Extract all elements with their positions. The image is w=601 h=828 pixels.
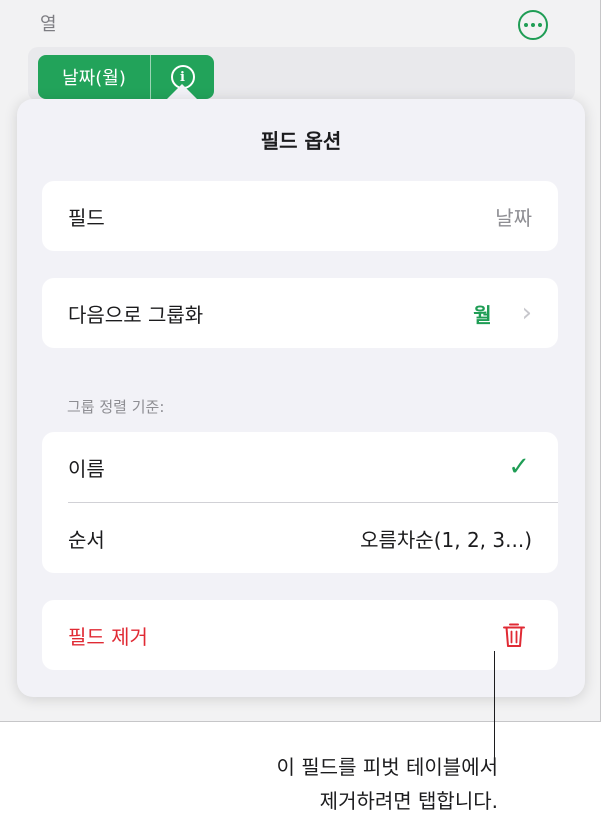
ellipsis-circle-icon[interactable] [518, 10, 548, 40]
dot [531, 23, 535, 27]
group-by-card[interactable]: 다음으로 그룹화 월 › [42, 278, 558, 348]
callout-annotation: 이 필드를 피벗 테이블에서 제거하려면 탭합니다. [277, 750, 498, 818]
sort-option-label: 순서 [68, 527, 105, 552]
checkmark-icon: ✓ [508, 452, 530, 482]
popover-title: 필드 옵션 [260, 129, 342, 153]
sort-option-name[interactable]: 이름 ✓ [42, 432, 558, 502]
remove-field-label: 필드 제거 [68, 624, 148, 649]
group-by-row[interactable]: 다음으로 그룹화 월 › [42, 278, 558, 348]
field-row: 필드 날짜 [42, 181, 558, 251]
field-chip-label[interactable]: 날짜(월) [38, 55, 150, 99]
group-by-value-group: 월 › [473, 299, 532, 328]
group-by-value: 월 [473, 302, 492, 327]
trash-icon [503, 623, 525, 647]
dot [538, 23, 542, 27]
column-section-label: 열 [40, 14, 57, 35]
sort-option-value: 오름차순(1, 2, 3...) [360, 527, 532, 552]
sort-section-header: 그룹 정렬 기준: [67, 398, 165, 416]
sort-option-label: 이름 [68, 456, 105, 481]
sort-option-order[interactable]: 순서 오름차순(1, 2, 3...) [42, 503, 558, 573]
dot [524, 23, 528, 27]
sort-card: 이름 ✓ 순서 오름차순(1, 2, 3...) [42, 432, 558, 573]
field-card: 필드 날짜 [42, 181, 558, 251]
callout-line-2: 제거하려면 탭합니다. [319, 789, 498, 813]
group-by-label: 다음으로 그룹화 [68, 302, 204, 327]
field-row-label: 필드 [68, 205, 105, 230]
remove-field-button[interactable]: 필드 제거 [42, 600, 558, 670]
chevron-right-icon: › [521, 298, 532, 328]
field-row-value: 날짜 [495, 205, 532, 230]
field-options-popover: 필드 옵션 필드 날짜 다음으로 그룹화 월 › 그룹 정렬 기준: 이름 ✓ … [17, 99, 585, 697]
remove-field-card[interactable]: 필드 제거 [42, 600, 558, 670]
popover-arrow [166, 84, 198, 100]
callout-line-1: 이 필드를 피벗 테이블에서 [276, 755, 498, 779]
